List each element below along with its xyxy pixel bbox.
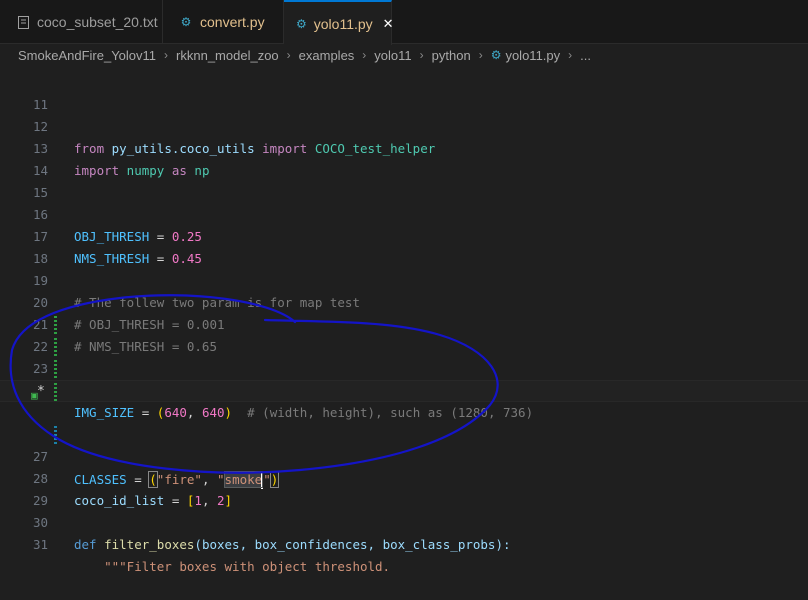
line-number: 31: [32, 537, 48, 552]
added-line-marker: [54, 316, 57, 334]
code-line[interactable]: 24: [0, 358, 808, 398]
added-line-marker: [54, 338, 57, 356]
code-line[interactable]: 29: [0, 468, 808, 508]
tab-label: yolo11.py: [313, 15, 373, 32]
code-docstring: """Filter boxes with object threshold.: [74, 559, 391, 574]
tab-label: coco_subset_20.txt: [37, 14, 158, 30]
code-line[interactable]: 30 def filter_boxes(boxes, box_confidenc…: [0, 490, 808, 552]
code-editor[interactable]: 11 12 from py_utils.coco_utils import CO…: [0, 66, 808, 574]
breadcrumb: SmokeAndFire_Yolov11 › rkknn_model_zoo ›…: [0, 44, 808, 66]
code-line[interactable]: 19 # The follew two param is for map tes…: [0, 248, 808, 310]
added-line-marker: [54, 360, 57, 378]
code-line[interactable]: 14: [0, 138, 808, 178]
code-line-current[interactable]: ▣ * CLASSES = ("fire", "smoke"): [0, 380, 808, 489]
python-file-icon: ⚙: [490, 48, 502, 62]
code-line[interactable]: 23 IMG_SIZE = (640, 640) # (width, heigh…: [0, 336, 808, 420]
chevron-right-icon: ›: [362, 48, 367, 62]
tab-yolo11[interactable]: ⚙ yolo11.py ✕: [284, 0, 394, 45]
code-line[interactable]: 22: [0, 314, 808, 354]
python-file-icon: ⚙: [180, 15, 192, 29]
code-line[interactable]: 13 import numpy as np: [0, 116, 808, 178]
chevron-right-icon: ›: [164, 48, 169, 62]
code-line[interactable]: 31 """Filter boxes with object threshold…: [0, 512, 808, 574]
tab-label: convert.py: [200, 14, 265, 30]
code-line[interactable]: 11: [0, 72, 808, 112]
code-line[interactable]: 20 # OBJ_THRESH = 0.001: [0, 270, 808, 332]
chevron-right-icon: ›: [286, 48, 291, 62]
chevron-right-icon: ›: [419, 48, 424, 62]
code-line[interactable]: 15: [0, 160, 808, 200]
tab-bar: coco_subset_20.txt ⚙ convert.py ⚙ yolo11…: [0, 0, 808, 45]
code-line[interactable]: 18: [0, 226, 808, 266]
code-line[interactable]: 12 from py_utils.coco_utils import COCO_…: [0, 94, 808, 156]
breadcrumb-item[interactable]: python: [432, 48, 471, 63]
code-text: def filter_boxes(boxes, box_confidences,…: [74, 537, 511, 552]
added-line-marker: [54, 383, 57, 401]
code-text: IMG_SIZE = (640, 640) # (width, height),…: [74, 405, 534, 420]
code-line[interactable]: 17 NMS_THRESH = 0.45: [0, 204, 808, 266]
tab-convert[interactable]: ⚙ convert.py: [163, 0, 284, 44]
tab-coco-subset[interactable]: coco_subset_20.txt: [0, 0, 163, 44]
breadcrumb-item[interactable]: yolo11.py: [505, 48, 560, 63]
breadcrumb-item[interactable]: yolo11: [374, 48, 411, 63]
code-line[interactable]: 16 OBJ_THRESH = 0.25: [0, 182, 808, 244]
chevron-right-icon: ›: [478, 48, 483, 62]
close-icon[interactable]: ✕: [383, 16, 394, 32]
breadcrumb-item[interactable]: examples: [299, 48, 355, 63]
modified-line-marker: [54, 426, 57, 444]
code-line[interactable]: 27 coco_id_list = [1, 2]: [0, 424, 808, 508]
python-file-icon: ⚙: [296, 16, 307, 31]
chevron-right-icon: ›: [568, 48, 573, 62]
breadcrumb-item[interactable]: ...: [580, 48, 591, 63]
code-line[interactable]: 21 # NMS_THRESH = 0.65: [0, 292, 808, 354]
breadcrumb-item[interactable]: SmokeAndFire_Yolov11: [18, 48, 156, 63]
code-line[interactable]: 28: [0, 446, 808, 486]
text-file-icon: [16, 15, 30, 29]
modified-marker: *: [37, 384, 45, 399]
breadcrumb-item[interactable]: rkknn_model_zoo: [176, 48, 279, 63]
